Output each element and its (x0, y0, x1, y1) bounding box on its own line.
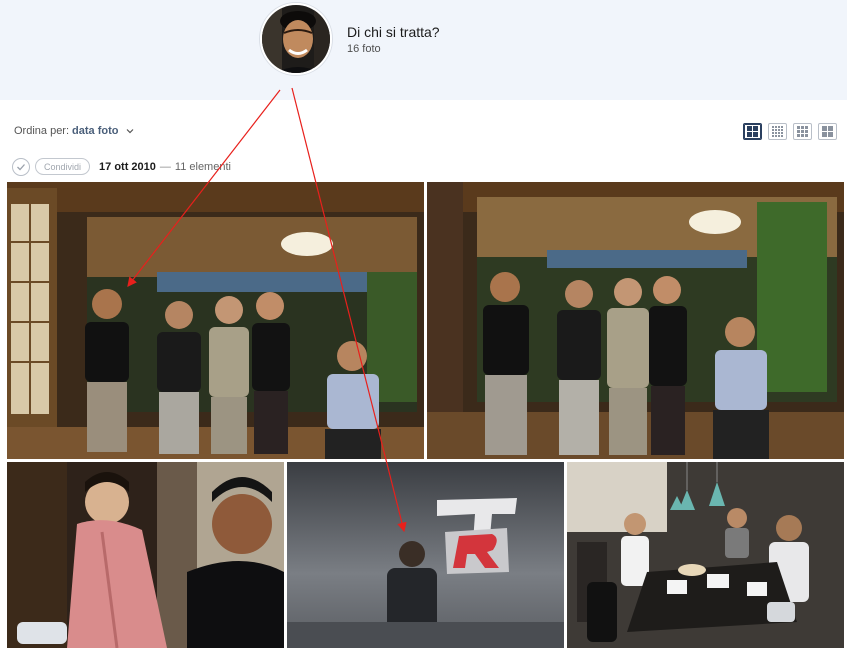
photo-gtr-reflection (287, 462, 564, 648)
view-large-grid-button[interactable] (743, 123, 762, 140)
sort-label: Ordina per: (14, 125, 70, 137)
photo-group-peace-signs (7, 182, 424, 459)
person-avatar[interactable] (260, 3, 332, 75)
share-button[interactable]: Condividi (35, 158, 91, 175)
photo-thumbnail[interactable] (7, 182, 424, 459)
person-header: Di chi si tratta? 16 foto (0, 0, 847, 100)
photo-group-seated (427, 182, 844, 459)
photo-thumbnail[interactable] (7, 462, 284, 648)
large-grid-icon (747, 126, 758, 137)
four-square-icon (822, 126, 833, 137)
dense-grid-icon (771, 125, 783, 137)
photo-thumbnail[interactable] (567, 462, 844, 648)
group-separator: — (159, 160, 171, 173)
view-compact-grid-button[interactable] (818, 123, 837, 140)
chevron-down-icon (127, 129, 134, 134)
photo-thumbnail[interactable] (287, 462, 564, 648)
photo-thumbnail[interactable] (427, 182, 844, 459)
date-group-header: Condividi 17 ott 2010 — 11 elementi (12, 157, 231, 176)
group-item-count: 11 elementi (174, 160, 231, 173)
grid-icon (797, 126, 808, 137)
sort-dropdown[interactable]: Ordina per: data foto (14, 125, 134, 137)
person-face-avatar-icon (262, 5, 330, 73)
person-photo-count: 16 foto (347, 43, 381, 55)
checkmark-icon (17, 163, 25, 170)
view-small-grid-button[interactable] (793, 123, 812, 140)
photo-dinner-table (567, 462, 844, 648)
sort-value: data foto (72, 125, 119, 137)
group-date: 17 ott 2010 (99, 160, 156, 173)
photo-kimono-serving (7, 462, 284, 648)
photos-page: Di chi si tratta? 16 foto Ordina per: da… (0, 0, 847, 650)
view-size-toggles (743, 123, 837, 140)
person-name-prompt[interactable]: Di chi si tratta? (347, 24, 440, 40)
view-medium-grid-button[interactable] (768, 123, 787, 140)
select-group-checkbox[interactable] (12, 157, 30, 176)
